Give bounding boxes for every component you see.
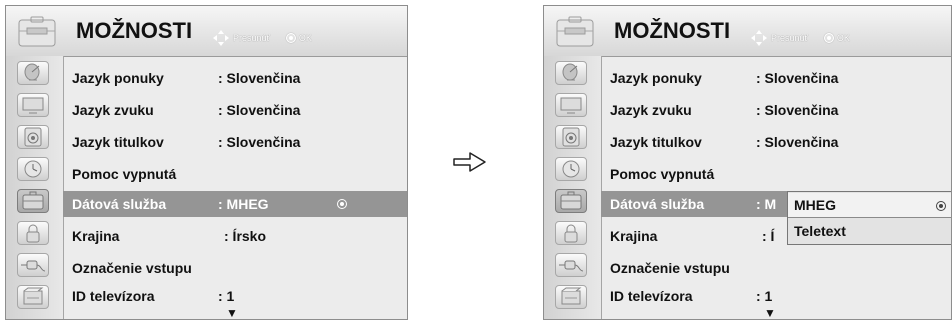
monitor-icon[interactable] [17,93,49,117]
menu-item-value: : Slovenčina [218,102,301,118]
menu-item-audio-language[interactable]: Jazyk zvuku : Slovenčina [610,97,838,123]
menu-item-label: Jazyk titulkov [72,134,164,150]
options-menu-before: MOŽNOSTI Presunúť OK Jazyk ponuky : Slove… [5,5,408,320]
scroll-down-icon[interactable]: ▼ [764,306,776,319]
transition-arrow-icon [453,152,486,172]
dropdown-option-teletext[interactable]: Teletext [788,219,951,244]
ok-icon [285,33,296,43]
menu-header: MOŽNOSTI Presunúť OK [544,6,951,57]
menu-item-data-service[interactable]: Dátová služba : MHEG [72,191,269,217]
menu-item-label: Jazyk zvuku [72,102,154,118]
satellite-dish-icon[interactable] [17,61,49,85]
menu-item-label: Označenie vstupu [610,260,730,276]
speaker-icon[interactable] [555,125,587,149]
toolbox-icon [556,16,594,47]
input-plug-icon[interactable] [555,253,587,277]
selected-radio-icon [936,201,946,211]
menu-item-label: Jazyk ponuky [610,70,702,86]
move-hint-label: Presunúť [771,33,808,43]
clock-icon[interactable] [555,157,587,181]
options-menu-after: MOŽNOSTI Presunúť OK Jazyk ponuky : Slove… [543,5,952,320]
menu-item-data-service[interactable]: Dátová služba : M [610,191,776,217]
menu-item-label: Krajina [610,228,658,244]
menu-item-label: ID televízora [72,288,155,304]
dropdown-option-label: Teletext [794,223,846,239]
options-toolbox-icon[interactable] [17,189,49,213]
category-sidebar [6,56,64,319]
menu-item-value: : Slovenčina [218,134,301,150]
menu-title: MOŽNOSTI [76,18,193,43]
usb-media-icon[interactable] [17,285,49,309]
menu-item-value: : Slovenčina [756,102,839,118]
dropdown-option-label: MHEG [794,197,836,213]
menu-item-subtitle-language[interactable]: Jazyk titulkov : Slovenčina [610,129,838,155]
scroll-down-icon[interactable]: ▼ [226,306,238,319]
ok-hint-label: OK [298,33,312,43]
menu-item-label: Jazyk ponuky [72,70,164,86]
menu-title: MOŽNOSTI [614,18,731,43]
menu-item-value: : Í [762,228,775,244]
category-sidebar [544,56,602,319]
menu-header: MOŽNOSTI Presunúť OK [6,6,407,57]
clock-icon[interactable] [17,157,49,181]
menu-item-label: Pomoc vypnutá [72,166,177,182]
options-toolbox-icon[interactable] [555,189,587,213]
menu-item-audio-language[interactable]: Jazyk zvuku : Slovenčina [72,97,300,123]
usb-media-icon[interactable] [555,285,587,309]
ok-icon [823,33,834,43]
dpad-icon [213,30,229,46]
toolbox-icon [18,16,56,47]
menu-item-menu-language[interactable]: Jazyk ponuky : Slovenčina [72,65,300,91]
dpad-icon [751,30,767,46]
menu-item-input-label[interactable]: Označenie vstupu [72,255,192,281]
menu-item-value: : Slovenčina [756,134,839,150]
lock-icon[interactable] [555,221,587,245]
monitor-icon[interactable] [555,93,587,117]
ok-hint-label: OK [836,33,850,43]
menu-item-value: : MHEG [218,196,269,212]
data-service-dropdown[interactable]: MHEG Teletext [787,191,951,245]
menu-item-country[interactable]: Krajina : Írsko [72,223,266,249]
menu-item-label: Jazyk zvuku [610,102,692,118]
speaker-icon[interactable] [17,125,49,149]
move-hint-label: Presunúť [233,33,270,43]
lock-icon[interactable] [17,221,49,245]
menu-item-label: Krajina [72,228,120,244]
satellite-dish-icon[interactable] [555,61,587,85]
menu-item-label: Dátová služba [72,196,167,212]
selected-radio-icon [337,199,347,209]
menu-item-subtitle-language[interactable]: Jazyk titulkov : Slovenčina [72,129,300,155]
navigation-hint: Presunúť OK [213,30,312,46]
menu-item-value: : Slovenčina [218,70,301,86]
highlighted-row[interactable]: Dátová služba : MHEG [63,191,407,217]
menu-item-help-off[interactable]: Pomoc vypnutá [72,161,176,187]
dropdown-option-mheg[interactable]: MHEG [788,193,951,218]
navigation-hint: Presunúť OK [751,30,850,46]
menu-item-value: : Írsko [224,228,267,244]
menu-item-input-label[interactable]: Označenie vstupu [610,255,730,281]
menu-item-tv-id[interactable]: ID televízora: 1 [72,283,234,309]
menu-item-menu-language[interactable]: Jazyk ponuky : Slovenčina [610,65,838,91]
menu-item-tv-id[interactable]: ID televízora: 1 [610,283,772,309]
menu-item-label: Označenie vstupu [72,260,192,276]
menu-item-help-off[interactable]: Pomoc vypnutá [610,161,714,187]
menu-item-label: Jazyk titulkov [610,134,702,150]
menu-item-country[interactable]: Krajina : Í [610,223,774,249]
menu-item-label: Pomoc vypnutá [610,166,715,182]
menu-item-label: Dátová služba [610,196,705,212]
menu-item-value: : Slovenčina [756,70,839,86]
menu-item-value: : M [756,196,777,212]
menu-item-label: ID televízora [610,288,693,304]
input-plug-icon[interactable] [17,253,49,277]
